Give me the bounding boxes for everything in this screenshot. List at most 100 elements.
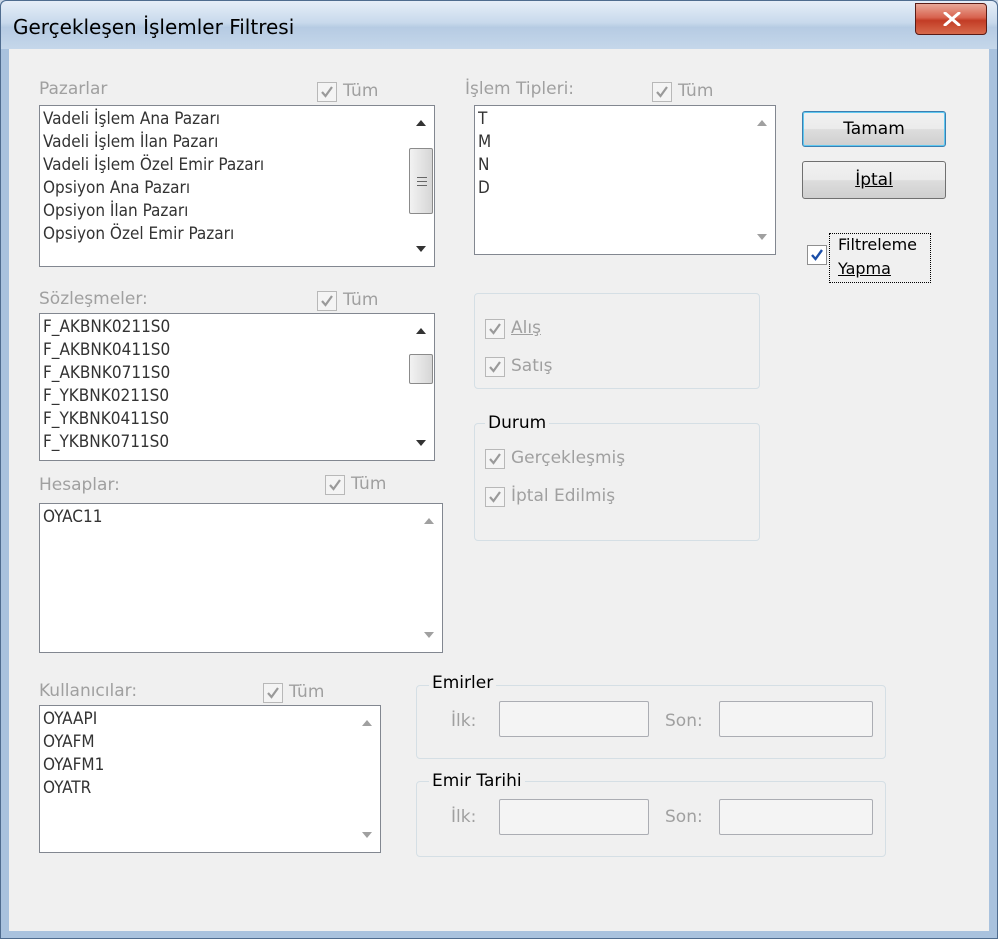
users-label: Kullanıcılar: — [39, 681, 138, 701]
list-item[interactable]: Vadeli İşlem Ana Pazarı — [43, 108, 404, 131]
cancelled-checkbox[interactable] — [485, 487, 505, 507]
list-item[interactable]: T — [478, 108, 745, 131]
list-item[interactable]: OYAFM1 — [43, 754, 350, 777]
orders-group-title: Emirler — [429, 673, 497, 693]
no-filter-label-line1: Filtreleme — [838, 235, 917, 254]
order-date-last-label: Son: — [665, 807, 703, 827]
users-all-checkbox[interactable] — [263, 683, 283, 703]
contracts-listbox[interactable]: F_AKBNK0211S0 F_AKBNK0411S0 F_AKBNK0711S… — [39, 313, 435, 461]
markets-scrollbar[interactable] — [408, 106, 434, 266]
order-date-group-title: Emir Tarihi — [429, 771, 525, 791]
checkmark-icon — [811, 249, 823, 261]
checkmark-icon — [329, 479, 341, 491]
checkmark-icon — [321, 86, 333, 98]
trade-types-all-checkbox[interactable] — [652, 82, 672, 102]
list-item[interactable]: F_YKBNK0711S0 — [43, 431, 404, 454]
scroll-up-icon[interactable] — [416, 120, 426, 126]
list-item[interactable]: OYAFM — [43, 731, 350, 754]
no-filter-focus[interactable]: Filtreleme Yapma — [829, 233, 931, 283]
close-icon — [943, 12, 961, 26]
markets-all-label: Tüm — [343, 81, 379, 101]
checkmark-icon — [489, 453, 501, 465]
orders-last-label: Son: — [665, 711, 703, 731]
scroll-up-icon[interactable] — [416, 328, 426, 334]
checkmark-icon — [489, 361, 501, 373]
order-date-first-field[interactable] — [499, 799, 649, 835]
cancel-button[interactable]: İptal — [802, 161, 946, 199]
cancel-button-label: İptal — [855, 170, 893, 190]
contracts-all-checkbox[interactable] — [317, 291, 337, 311]
list-item[interactable]: Vadeli İşlem İlan Pazarı — [43, 131, 404, 154]
scroll-thumb[interactable] — [409, 148, 433, 214]
list-item[interactable]: Opsiyon İlan Pazarı — [43, 200, 404, 223]
list-item[interactable]: F_AKBNK0411S0 — [43, 339, 404, 362]
orders-last-field[interactable] — [719, 701, 873, 737]
scroll-down-icon[interactable] — [757, 234, 767, 240]
scroll-up-icon[interactable] — [757, 120, 767, 126]
dialog-window: Gerçekleşen İşlemler Filtresi Pazarlar T… — [0, 0, 998, 939]
sell-label: Satış — [511, 356, 553, 376]
list-item[interactable]: N — [478, 154, 745, 177]
status-group-title: Durum — [485, 413, 550, 433]
filled-checkbox[interactable] — [485, 449, 505, 469]
scroll-thumb[interactable] — [409, 354, 433, 384]
list-item[interactable]: D — [478, 177, 745, 200]
ok-button[interactable]: Tamam — [802, 111, 946, 147]
dialog-body: Pazarlar Tüm Vadeli İşlem Ana Pazarı Vad… — [9, 49, 989, 931]
users-listbox[interactable]: OYAAPI OYAFM OYAFM1 OYATR — [39, 705, 381, 853]
list-item[interactable]: F_AKBNK0211S0 — [43, 316, 404, 339]
scroll-down-icon[interactable] — [416, 440, 426, 446]
markets-all-checkbox[interactable] — [317, 82, 337, 102]
orders-first-field[interactable] — [499, 701, 649, 737]
title-bar[interactable]: Gerçekleşen İşlemler Filtresi — [1, 1, 997, 49]
contracts-all-label: Tüm — [343, 290, 379, 310]
scroll-down-icon[interactable] — [416, 246, 426, 252]
markets-label: Pazarlar — [39, 79, 108, 99]
scroll-up-icon[interactable] — [424, 518, 434, 524]
buy-checkbox[interactable] — [485, 319, 505, 339]
checkmark-icon — [489, 323, 501, 335]
no-filter-label-line2: Yapma — [838, 259, 891, 278]
buy-label: Alış — [511, 318, 541, 338]
status-group — [474, 423, 760, 541]
list-item[interactable]: Vadeli İşlem Özel Emir Pazarı — [43, 154, 404, 177]
markets-listbox[interactable]: Vadeli İşlem Ana Pazarı Vadeli İşlem İla… — [39, 105, 435, 267]
scroll-down-icon[interactable] — [362, 832, 372, 838]
checkmark-icon — [489, 491, 501, 503]
scroll-up-icon[interactable] — [362, 720, 372, 726]
list-item[interactable]: F_YKBNK0411S0 — [43, 408, 404, 431]
checkmark-icon — [656, 86, 668, 98]
close-button[interactable] — [915, 3, 987, 35]
list-item[interactable]: F_AKBNK0711S0 — [43, 362, 404, 385]
order-date-last-field[interactable] — [719, 799, 873, 835]
users-scrollbar[interactable] — [354, 706, 380, 852]
list-item[interactable]: F_YKBNK0211S0 — [43, 385, 404, 408]
checkmark-icon — [321, 295, 333, 307]
trade-types-listbox[interactable]: T M N D — [474, 105, 776, 255]
list-item[interactable]: Opsiyon Ana Pazarı — [43, 177, 404, 200]
scroll-down-icon[interactable] — [424, 632, 434, 638]
contracts-label: Sözleşmeler: — [39, 289, 148, 309]
list-item[interactable]: OYATR — [43, 777, 350, 800]
accounts-all-checkbox[interactable] — [325, 475, 345, 495]
checkmark-icon — [267, 687, 279, 699]
trade-types-label: İşlem Tipleri: — [465, 79, 575, 99]
window-title: Gerçekleşen İşlemler Filtresi — [13, 15, 295, 39]
accounts-listbox[interactable]: OYAC11 — [39, 503, 443, 653]
contracts-scrollbar[interactable] — [408, 314, 434, 460]
sell-checkbox[interactable] — [485, 357, 505, 377]
list-item[interactable]: OYAAPI — [43, 708, 350, 731]
users-all-label: Tüm — [289, 682, 325, 702]
list-item[interactable]: Opsiyon Özel Emir Pazarı — [43, 223, 404, 246]
list-item[interactable]: M — [478, 131, 745, 154]
trade-types-all-label: Tüm — [678, 81, 714, 101]
filled-label: Gerçekleşmiş — [511, 448, 626, 468]
orders-first-label: İlk: — [451, 711, 477, 731]
order-date-first-label: İlk: — [451, 807, 477, 827]
list-item[interactable]: OYAC11 — [43, 506, 412, 529]
accounts-scrollbar[interactable] — [416, 504, 442, 652]
accounts-label: Hesaplar: — [39, 475, 120, 495]
no-filter-checkbox[interactable] — [807, 245, 827, 265]
accounts-all-label: Tüm — [351, 474, 387, 494]
trade-types-scrollbar[interactable] — [749, 106, 775, 254]
